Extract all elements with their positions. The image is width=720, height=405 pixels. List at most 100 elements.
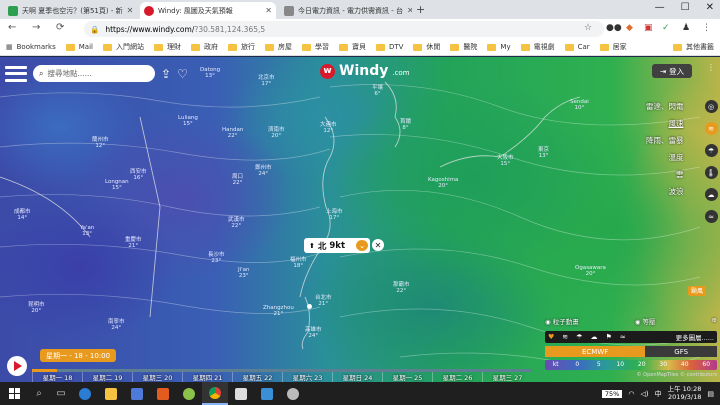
back-icon[interactable]: ← bbox=[8, 22, 16, 33]
bookmark-folder[interactable]: 電視劇 bbox=[520, 42, 555, 52]
bookmark-folder[interactable]: My bbox=[487, 42, 511, 52]
wind-icon[interactable]: ≋ bbox=[562, 333, 568, 341]
layer-waves[interactable]: 波浪 bbox=[646, 186, 684, 197]
city-label[interactable]: Ji'an 23° bbox=[238, 267, 250, 280]
city-label[interactable]: 平壤 6° bbox=[372, 85, 383, 98]
url-bar[interactable]: 🔒 https://www.windy.com/ ?30.581,124.365… bbox=[84, 21, 604, 37]
forward-icon[interactable]: → bbox=[32, 22, 40, 33]
search-icon[interactable]: ⌕ bbox=[28, 388, 50, 399]
heart-icon[interactable]: ♥ bbox=[548, 333, 554, 341]
bookmark-folder[interactable]: 房屋 bbox=[264, 42, 292, 52]
current-time-badge[interactable]: 星期一 - 18 - 10:00 bbox=[40, 349, 117, 362]
extension-icon[interactable]: ◆ bbox=[626, 23, 633, 33]
temperature-icon[interactable]: 🌡 bbox=[704, 166, 718, 179]
profile-icon[interactable]: ♟ bbox=[682, 23, 690, 33]
notification-icon[interactable]: ▤ bbox=[707, 390, 714, 398]
maximize-button[interactable]: ☐ bbox=[681, 2, 690, 13]
close-tab-icon[interactable]: ✕ bbox=[403, 6, 412, 15]
chevron-down-icon[interactable]: ⌄ bbox=[356, 240, 368, 251]
city-label[interactable]: Kagoshima 20° bbox=[428, 177, 458, 190]
timeline-day[interactable]: 星期一 25 bbox=[382, 372, 432, 382]
city-label[interactable]: 南寧市 24° bbox=[108, 319, 125, 332]
flag-icon[interactable]: ⚑ bbox=[605, 333, 611, 341]
close-tab-icon[interactable]: ✕ bbox=[123, 6, 134, 15]
other-bookmarks[interactable]: 其他書籤 bbox=[673, 42, 714, 52]
city-label[interactable]: Zhangzhou 21° bbox=[263, 305, 294, 318]
cloud-icon[interactable]: ☁ bbox=[704, 188, 718, 201]
city-label[interactable]: 北京市 17° bbox=[258, 75, 275, 88]
location-pin[interactable] bbox=[307, 304, 312, 309]
paint-app[interactable] bbox=[280, 382, 306, 405]
wind-popup[interactable]: ⬆ 北 9kt ⌄ ✕ bbox=[304, 238, 384, 253]
bookmark-folder[interactable]: 寶貝 bbox=[338, 42, 366, 52]
login-button[interactable]: ⇥ 登入 bbox=[652, 64, 692, 78]
city-label[interactable]: 首爾 8° bbox=[400, 119, 411, 132]
wind-icon[interactable]: ≋ bbox=[704, 122, 718, 135]
layer-rain[interactable]: 降雨、雷暴 bbox=[646, 135, 684, 146]
extension-icon[interactable]: ✓ bbox=[662, 23, 670, 33]
rain-icon[interactable]: ☂ bbox=[704, 144, 718, 157]
hamburger-menu-icon[interactable] bbox=[5, 65, 27, 82]
city-label[interactable]: Longnan 15° bbox=[105, 179, 129, 192]
layer-radar[interactable]: 雷達、閃電 bbox=[646, 101, 684, 112]
bookmark-folder[interactable]: 休閒 bbox=[413, 42, 440, 52]
city-label[interactable]: 大阪市 15° bbox=[497, 155, 514, 168]
bookmark-folder[interactable]: 居家 bbox=[599, 42, 627, 52]
radar-icon[interactable]: ◎ bbox=[704, 100, 718, 113]
city-label[interactable]: 福州市 18° bbox=[290, 257, 307, 270]
bookmarks-apps[interactable]: ▦ Bookmarks bbox=[6, 43, 56, 51]
game-app[interactable] bbox=[176, 382, 202, 405]
waves-icon[interactable]: ≈ bbox=[704, 210, 718, 223]
clock[interactable]: 上午 10:28 2019/3/18 bbox=[668, 385, 702, 402]
city-label[interactable]: 上海市 17° bbox=[326, 209, 343, 222]
chrome-app[interactable] bbox=[202, 382, 228, 405]
bookmark-folder[interactable]: DTV bbox=[375, 42, 403, 52]
city-label[interactable]: 長沙市 23° bbox=[208, 252, 225, 265]
city-label[interactable]: 武漢市 22° bbox=[228, 217, 245, 230]
city-label[interactable]: 西安市 16° bbox=[130, 169, 147, 182]
new-tab-button[interactable]: + bbox=[416, 3, 425, 16]
close-tab-icon[interactable]: ✕ bbox=[261, 6, 272, 15]
tab-news[interactable]: 天啊 夏季也空污？(第51頁) - 新 ✕ bbox=[4, 2, 136, 19]
extension-icon[interactable]: ●● bbox=[606, 23, 622, 33]
city-label[interactable]: 重慶市 21° bbox=[125, 237, 142, 250]
play-button[interactable] bbox=[7, 356, 27, 376]
city-label[interactable]: 周口 22° bbox=[232, 174, 243, 187]
bookmark-folder[interactable]: 入門網站 bbox=[102, 42, 144, 52]
ime-indicator[interactable]: 中 bbox=[655, 389, 662, 399]
timeline-day[interactable]: 星期四 21 bbox=[182, 372, 232, 382]
rain-icon[interactable]: ☂ bbox=[576, 333, 582, 341]
bookmark-folder[interactable]: 旅行 bbox=[227, 42, 255, 52]
battery-indicator[interactable]: 75% bbox=[601, 389, 623, 398]
share-icon[interactable]: ⇪ bbox=[161, 67, 171, 81]
settings-icon[interactable]: ⊕ bbox=[712, 316, 717, 326]
city-label[interactable]: 那霸市 22° bbox=[393, 282, 410, 295]
layer-temp[interactable]: 溫度 bbox=[646, 152, 684, 163]
waves-icon[interactable]: ≈ bbox=[620, 333, 626, 341]
task-view-icon[interactable]: ▭ bbox=[50, 388, 72, 399]
timeline-day[interactable]: 星期二 19 bbox=[82, 372, 132, 382]
layer-wind[interactable]: 風速 bbox=[646, 118, 684, 129]
timeline-day[interactable]: 星期三 27 bbox=[482, 372, 532, 382]
menu-kebab-icon[interactable]: ⋮ bbox=[707, 63, 715, 72]
location-search-input[interactable]: ⌕ 搜尋地點...... bbox=[33, 65, 155, 82]
layer-clouds[interactable]: 雲 bbox=[646, 169, 684, 180]
timeline-day[interactable]: 星期二 26 bbox=[432, 372, 482, 382]
photos-app[interactable] bbox=[254, 382, 280, 405]
explorer-app[interactable] bbox=[98, 382, 124, 405]
minimize-button[interactable]: — bbox=[655, 2, 665, 13]
bookmark-folder[interactable]: 理財 bbox=[153, 42, 181, 52]
reload-icon[interactable]: ⟳ bbox=[56, 22, 64, 33]
menu-kebab-icon[interactable]: ⋮ bbox=[702, 23, 711, 33]
timeline-day[interactable]: 星期一 18 bbox=[32, 372, 82, 382]
star-icon[interactable]: ☆ bbox=[584, 23, 592, 33]
bookmark-folder[interactable]: 政府 bbox=[190, 42, 218, 52]
windy-map[interactable]: 北京市 17° Datong 13° Luliang 15° Handan 22° 濟南市 20°… bbox=[0, 57, 720, 382]
city-label[interactable]: 濟南市 20° bbox=[268, 127, 285, 140]
particles-toggle[interactable]: ◉ 粒子動畫 bbox=[545, 316, 579, 326]
city-label[interactable]: 大連市 12° bbox=[320, 122, 337, 135]
edge-app[interactable] bbox=[72, 382, 98, 405]
close-window-button[interactable]: ✕ bbox=[706, 2, 714, 13]
city-label[interactable]: Handan 22° bbox=[222, 127, 243, 140]
city-label[interactable]: Sendai 10° bbox=[570, 99, 589, 112]
